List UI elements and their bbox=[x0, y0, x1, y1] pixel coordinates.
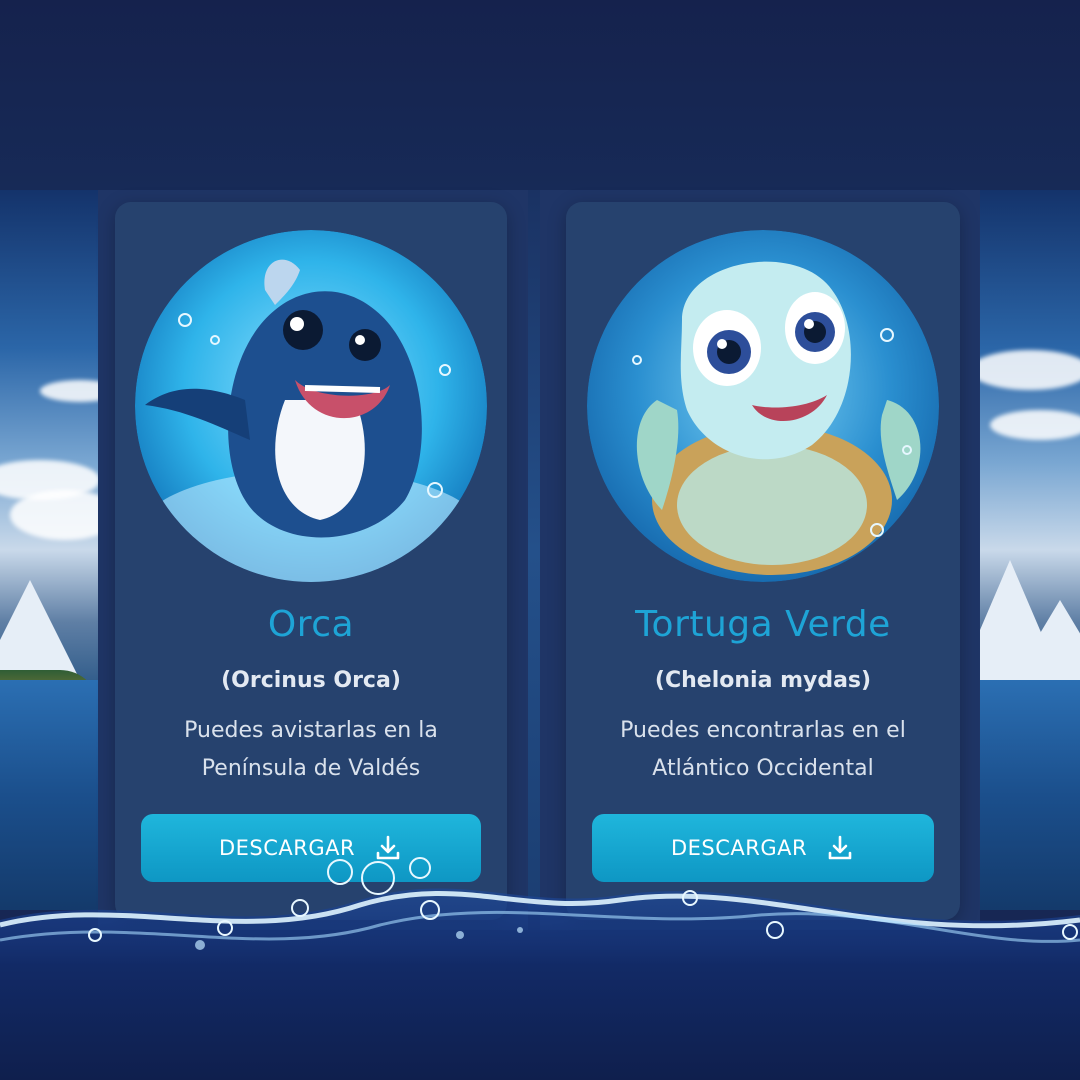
card-title: Tortuga Verde bbox=[635, 604, 891, 645]
water-wave bbox=[0, 857, 1080, 1080]
scene: Orca (Orcinus Orca) Puedes avistarlas en… bbox=[0, 0, 1080, 1080]
card-title: Orca bbox=[267, 604, 355, 645]
sea-turtle-icon bbox=[587, 230, 939, 582]
top-band bbox=[0, 0, 1080, 190]
card-description: Puedes encontrarlas en el Atlántico Occi… bbox=[586, 712, 940, 788]
scientific-name: (Orcinus Orca) bbox=[221, 668, 401, 693]
description-line: Atlántico Occidental bbox=[652, 756, 874, 781]
card-description: Puedes avistarlas en la Península de Val… bbox=[135, 712, 487, 788]
description-line: Península de Valdés bbox=[201, 756, 421, 781]
orca-icon bbox=[135, 230, 487, 582]
scientific-name: (Chelonia mydas) bbox=[654, 668, 872, 693]
description-line: Puedes avistarlas en la bbox=[184, 718, 438, 743]
description-line: Puedes encontrarlas en el bbox=[620, 718, 906, 743]
